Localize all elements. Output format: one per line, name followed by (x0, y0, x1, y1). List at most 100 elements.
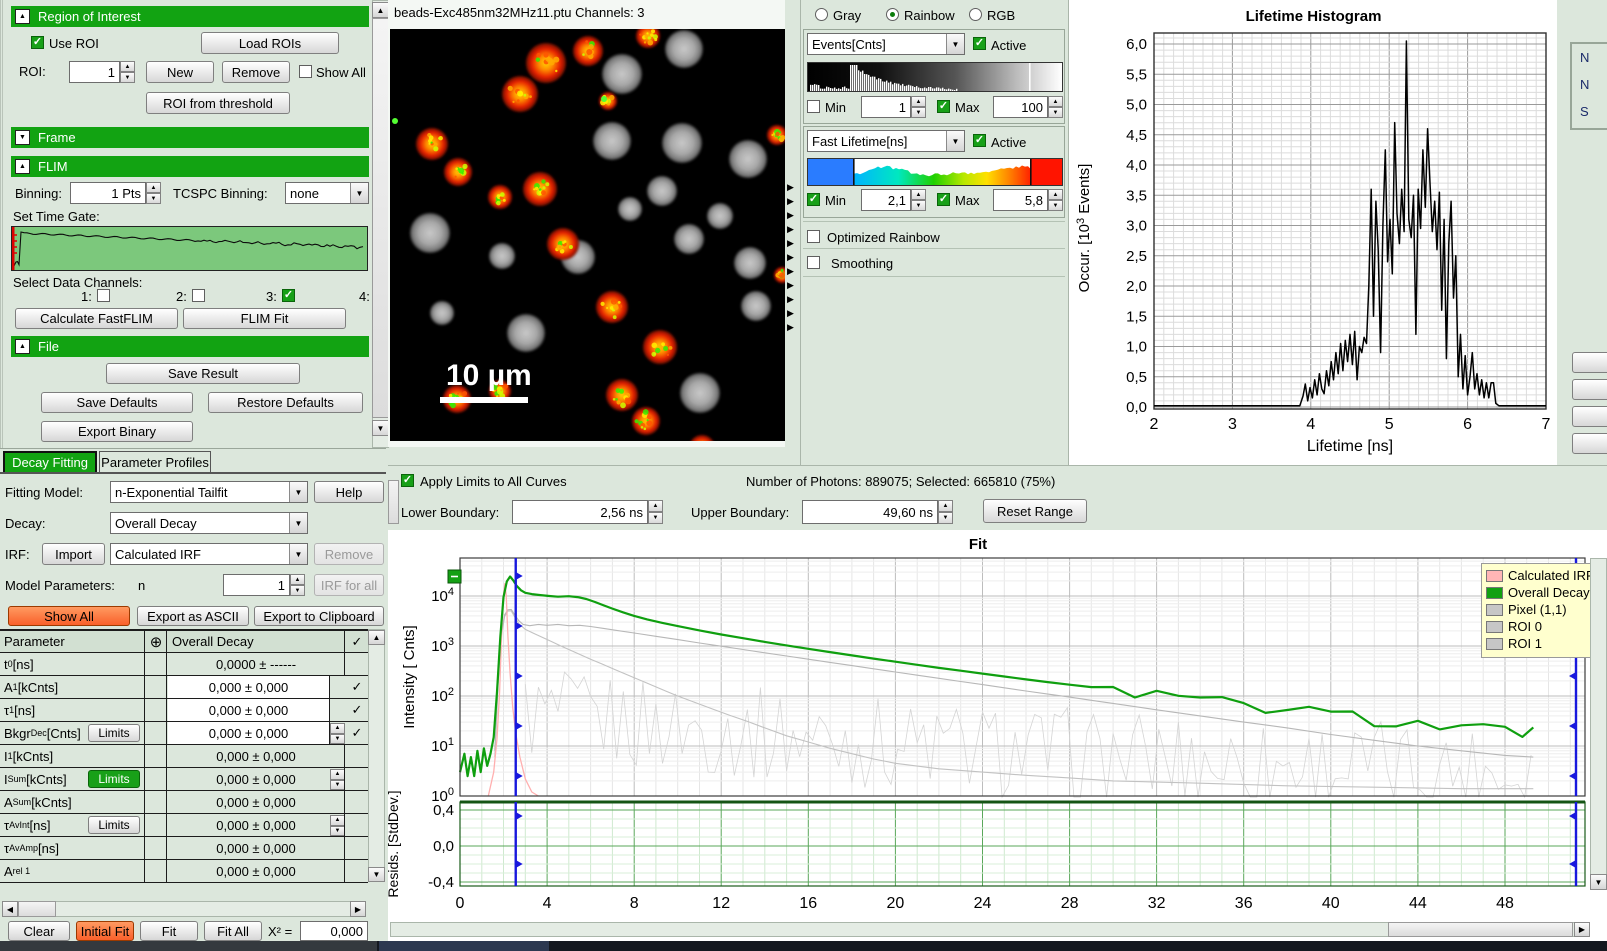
lifetime-histogram-chart[interactable]: 0,00,51,01,52,02,53,03,54,04,55,05,56,02… (1069, 0, 1558, 465)
cut-button[interactable] (1572, 352, 1607, 373)
lifetime-histogram-strip[interactable] (807, 158, 1063, 186)
show-all-checkbox[interactable] (299, 65, 312, 78)
scroll-down-button[interactable]: ▼ (368, 867, 385, 882)
use-roi-checkbox[interactable] (31, 36, 44, 49)
roi-number-field[interactable]: 1 (69, 61, 120, 83)
binning-spinner[interactable]: ▲▼ (146, 182, 161, 204)
chevron-down-icon[interactable]: ▼ (289, 513, 307, 533)
intensity-min-checkbox[interactable] (807, 100, 820, 113)
scroll-up-button[interactable]: ▲ (372, 2, 389, 18)
lower-boundary-spinner[interactable]: ▲▼ (648, 500, 663, 524)
optimized-rainbow-checkbox[interactable] (807, 230, 820, 243)
smoothing-checkbox[interactable] (807, 256, 820, 269)
chevron-down-icon[interactable]: ▼ (289, 544, 307, 564)
color-mode-radio-gray[interactable] (815, 8, 828, 21)
collapse-icon[interactable]: ▲ (15, 9, 30, 24)
roi-from-threshold-button[interactable]: ROI from threshold (146, 92, 290, 114)
scroll-right-button[interactable]: ▶ (350, 901, 366, 917)
initial-fit-button[interactable]: Initial Fit (76, 921, 134, 941)
color-mode-radio-rainbow[interactable] (886, 8, 899, 21)
splitter-handle[interactable]: ▶▶▶▶▶▶▶▶▶▶▶ (786, 0, 800, 465)
remove-roi-button[interactable]: Remove (222, 61, 290, 83)
roi-spinner[interactable]: ▲▼ (120, 61, 135, 83)
section-header-frame[interactable]: ▼ Frame (11, 127, 369, 148)
fit-button[interactable]: Fit (140, 921, 198, 941)
splitter-stub[interactable] (388, 480, 399, 524)
table-scrollbar-horizontal[interactable] (2, 901, 366, 917)
n-field[interactable]: 1 (223, 574, 290, 596)
lifetime-min-checkbox[interactable] (807, 193, 820, 206)
new-roi-button[interactable]: New (146, 61, 214, 83)
scrollbar-thumb[interactable] (1388, 922, 1573, 937)
export-as-ascii-button[interactable]: Export as ASCII (137, 606, 249, 626)
save-result-button[interactable]: Save Result (106, 363, 300, 384)
scroll-right-button[interactable]: ▶ (1574, 922, 1590, 937)
param-check[interactable]: ✓ (346, 676, 368, 698)
table-scrollbar-vertical[interactable] (368, 629, 385, 882)
lifetime-min-field[interactable]: 2,1 (861, 189, 911, 211)
cut-button[interactable] (1572, 433, 1607, 454)
flim-image[interactable]: 10 µm (390, 29, 785, 441)
chevron-down-icon[interactable]: ▼ (946, 34, 964, 54)
collapse-icon[interactable]: ▼ (15, 130, 30, 145)
collapse-icon[interactable]: ▲ (15, 159, 30, 174)
scroll-left-button[interactable]: ◀ (2, 901, 18, 917)
remove-irf-button[interactable]: Remove (314, 543, 384, 565)
import-irf-button[interactable]: Import (42, 543, 105, 565)
section-header-file[interactable]: ▲ File (11, 336, 369, 357)
taskbar-segment[interactable] (0, 941, 377, 951)
taskbar-segment[interactable] (379, 941, 549, 951)
lifetime-max-checkbox[interactable] (937, 193, 950, 206)
intensity-max-checkbox[interactable] (937, 100, 950, 113)
n-spinner[interactable]: ▲▼ (290, 574, 305, 596)
time-gate-plot[interactable] (11, 226, 368, 271)
section-header-roi[interactable]: ▲ Region of Interest (11, 6, 369, 27)
chevron-down-icon[interactable]: ▼ (350, 183, 368, 203)
scroll-up-button[interactable]: ▲ (368, 630, 385, 645)
taskbar[interactable] (0, 941, 1607, 951)
upper-boundary-field[interactable]: 49,60 ns (802, 500, 938, 524)
channel-checkbox[interactable] (192, 289, 205, 302)
lifetime-active-checkbox[interactable] (973, 134, 986, 147)
scrollbar-thumb[interactable] (18, 901, 56, 917)
show-all-button[interactable]: Show All (8, 606, 130, 626)
lifetime-min-spinner[interactable]: ▲▼ (911, 189, 926, 211)
intensity-dropdown[interactable]: Events[Cnts] ▼ (807, 33, 965, 55)
lower-boundary-field[interactable]: 2,56 ns (512, 500, 648, 524)
scroll-down-button[interactable]: ▼ (372, 420, 389, 436)
scroll-down-button[interactable]: ▼ (1590, 874, 1607, 890)
intensity-max-field[interactable]: 100 (993, 96, 1048, 118)
help-button[interactable]: Help (314, 481, 384, 503)
param-value[interactable]: 0,000 ± 0,000 (168, 699, 330, 721)
irf-dropdown[interactable]: Calculated IRF ▼ (110, 543, 308, 565)
fitting-model-dropdown[interactable]: n-Exponential Tailfit ▼ (110, 481, 308, 503)
fit-scrollbar-vertical[interactable] (1590, 558, 1607, 890)
binning-field[interactable]: 1 Pts (70, 182, 146, 204)
cut-button[interactable] (1572, 379, 1607, 400)
tcspc-binning-dropdown[interactable]: none ▼ (285, 182, 369, 204)
collapse-icon[interactable]: ▲ (15, 339, 30, 354)
param-value[interactable]: 0,000 ± 0,000 (168, 722, 330, 744)
apply-limits-checkbox[interactable] (401, 474, 414, 487)
intensity-active-checkbox[interactable] (973, 37, 986, 50)
fit-chart[interactable]: 100101102103104048121620242832364044480,… (388, 530, 1607, 941)
channel-checkbox[interactable] (282, 289, 295, 302)
chevron-down-icon[interactable]: ▼ (946, 131, 964, 151)
intensity-min-spinner[interactable]: ▲▼ (911, 96, 926, 118)
intensity-max-spinner[interactable]: ▲▼ (1048, 96, 1063, 118)
irf-for-all-button[interactable]: IRF for all (314, 574, 384, 596)
save-defaults-button[interactable]: Save Defaults (41, 392, 193, 413)
load-rois-button[interactable]: Load ROIs (201, 32, 339, 54)
calculate-fastflim-button[interactable]: Calculate FastFLIM (15, 308, 178, 329)
reset-range-button[interactable]: Reset Range (983, 499, 1087, 523)
upper-boundary-spinner[interactable]: ▲▼ (938, 500, 953, 524)
clear-button[interactable]: Clear (8, 921, 70, 941)
globe-icon[interactable]: ⊕ (146, 631, 167, 652)
param-check[interactable]: ✓ (346, 722, 368, 744)
section-header-flim[interactable]: ▲ FLIM (11, 156, 369, 177)
decay-dropdown[interactable]: Overall Decay ▼ (110, 512, 308, 534)
export-to-clipboard-button[interactable]: Export to Clipboard (254, 606, 384, 626)
tab-decay-fitting[interactable]: Decay Fitting (3, 451, 97, 472)
color-mode-radio-rgb[interactable] (969, 8, 982, 21)
scrollbar-thumb[interactable] (372, 18, 389, 418)
